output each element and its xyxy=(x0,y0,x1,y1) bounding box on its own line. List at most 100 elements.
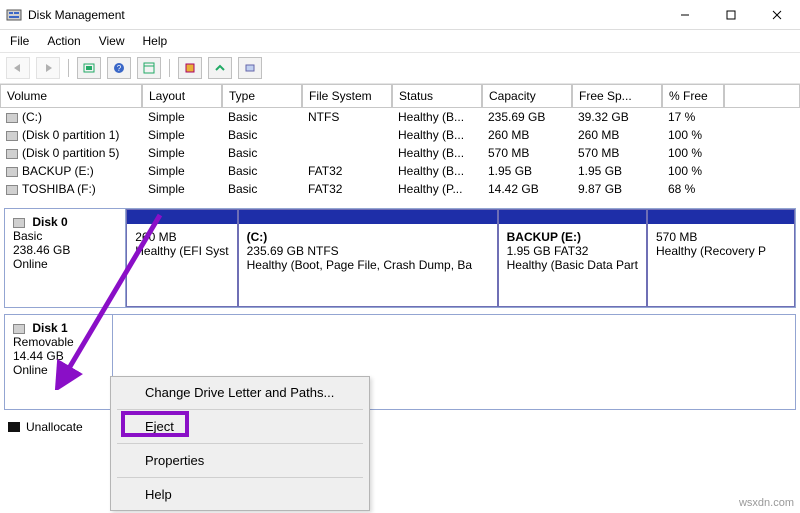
cell-fs: NTFS xyxy=(302,108,392,126)
disk0-title: Disk 0 xyxy=(32,215,67,229)
cell-free: 260 MB xyxy=(572,126,662,144)
props-button[interactable] xyxy=(137,57,161,79)
menu-view[interactable]: View xyxy=(99,34,125,48)
table-row[interactable]: (Disk 0 partition 1)SimpleBasicHealthy (… xyxy=(0,126,800,144)
menu-file[interactable]: File xyxy=(10,34,29,48)
partition-line1: 1.95 GB FAT32 xyxy=(507,244,589,258)
forward-button[interactable] xyxy=(36,57,60,79)
window-title: Disk Management xyxy=(28,8,662,22)
partition-stripe xyxy=(499,210,646,224)
col-volume[interactable]: Volume xyxy=(0,84,142,108)
cell-pct: 100 % xyxy=(662,126,724,144)
cell-capacity: 260 MB xyxy=(482,126,572,144)
volume-icon xyxy=(6,149,18,159)
cell-capacity: 1.95 GB xyxy=(482,162,572,180)
watermark: wsxdn.com xyxy=(739,497,794,509)
partition[interactable]: 260 MBHealthy (EFI Syst xyxy=(126,209,237,307)
disk0-size: 238.46 GB xyxy=(13,243,70,257)
cell-type: Basic xyxy=(222,108,302,126)
context-menu: Change Drive Letter and Paths... Eject P… xyxy=(110,376,370,511)
cell-capacity: 570 MB xyxy=(482,144,572,162)
partition-stripe xyxy=(239,210,497,224)
cell-pct: 68 % xyxy=(662,180,724,198)
volume-icon xyxy=(6,113,18,123)
app-icon xyxy=(6,7,22,23)
legend-swatch-unallocated xyxy=(8,422,20,432)
menu-action[interactable]: Action xyxy=(47,34,80,48)
cell-type: Basic xyxy=(222,162,302,180)
help-button[interactable]: ? xyxy=(107,57,131,79)
partition-heading: BACKUP (E:) xyxy=(507,230,581,244)
table-header: Volume Layout Type File System Status Ca… xyxy=(0,84,800,108)
menu-change-drive-letter[interactable]: Change Drive Letter and Paths... xyxy=(111,379,369,406)
cell-fs xyxy=(302,126,392,144)
disk-panel-0[interactable]: Disk 0 Basic 238.46 GB Online 260 MBHeal… xyxy=(4,208,796,308)
cell-layout: Simple xyxy=(142,162,222,180)
disk-icon xyxy=(13,324,25,334)
cell-status: Healthy (B... xyxy=(392,144,482,162)
disk1-bus: Removable xyxy=(13,335,74,349)
cell-layout: Simple xyxy=(142,144,222,162)
cell-capacity: 14.42 GB xyxy=(482,180,572,198)
col-layout[interactable]: Layout xyxy=(142,84,222,108)
col-status[interactable]: Status xyxy=(392,84,482,108)
partition-line2: Healthy (EFI Syst xyxy=(135,244,228,258)
partition-line1: 260 MB xyxy=(135,230,176,244)
cell-volume: (Disk 0 partition 5) xyxy=(0,144,142,162)
tool-a[interactable] xyxy=(178,57,202,79)
partition-line1: 235.69 GB NTFS xyxy=(247,244,339,258)
cell-status: Healthy (B... xyxy=(392,126,482,144)
menu-help[interactable]: Help xyxy=(143,34,168,48)
cell-layout: Simple xyxy=(142,126,222,144)
tool-c[interactable] xyxy=(238,57,262,79)
cell-fs: FAT32 xyxy=(302,180,392,198)
menu-properties[interactable]: Properties xyxy=(111,447,369,474)
col-spare[interactable] xyxy=(724,84,800,108)
cell-capacity: 235.69 GB xyxy=(482,108,572,126)
minimize-button[interactable] xyxy=(662,0,708,30)
refresh-button[interactable] xyxy=(77,57,101,79)
volume-icon xyxy=(6,185,18,195)
disk-info-1: Disk 1 Removable 14.44 GB Online xyxy=(5,315,113,409)
table-row[interactable]: BACKUP (E:)SimpleBasicFAT32Healthy (B...… xyxy=(0,162,800,180)
close-button[interactable] xyxy=(754,0,800,30)
col-free[interactable]: Free Sp... xyxy=(572,84,662,108)
disk1-state: Online xyxy=(13,363,48,377)
partition[interactable]: BACKUP (E:)1.95 GB FAT32Healthy (Basic D… xyxy=(498,209,647,307)
cell-volume: TOSHIBA (F:) xyxy=(0,180,142,198)
volume-icon xyxy=(6,131,18,141)
disk0-state: Online xyxy=(13,257,48,271)
table-row[interactable]: TOSHIBA (F:)SimpleBasicFAT32Healthy (P..… xyxy=(0,180,800,198)
volume-icon xyxy=(6,167,18,177)
col-fs[interactable]: File System xyxy=(302,84,392,108)
table-row[interactable]: (C:)SimpleBasicNTFSHealthy (B...235.69 G… xyxy=(0,108,800,126)
cell-volume: (C:) xyxy=(0,108,142,126)
partition-stripe xyxy=(127,210,236,224)
maximize-button[interactable] xyxy=(708,0,754,30)
titlebar: Disk Management xyxy=(0,0,800,30)
disk0-layout: 260 MBHealthy (EFI Syst(C:)235.69 GB NTF… xyxy=(126,209,795,307)
partition[interactable]: (C:)235.69 GB NTFSHealthy (Boot, Page Fi… xyxy=(238,209,498,307)
cell-type: Basic xyxy=(222,180,302,198)
col-type[interactable]: Type xyxy=(222,84,302,108)
back-button[interactable] xyxy=(6,57,30,79)
col-pct[interactable]: % Free xyxy=(662,84,724,108)
partition-line2: Healthy (Recovery P xyxy=(656,244,766,258)
col-capacity[interactable]: Capacity xyxy=(482,84,572,108)
cell-type: Basic xyxy=(222,144,302,162)
partition-line2: Healthy (Basic Data Part xyxy=(507,258,638,272)
menu-eject[interactable]: Eject xyxy=(111,413,369,440)
cell-fs xyxy=(302,144,392,162)
menubar: File Action View Help xyxy=(0,30,800,52)
cell-volume: BACKUP (E:) xyxy=(0,162,142,180)
tool-b[interactable] xyxy=(208,57,232,79)
cell-pct: 17 % xyxy=(662,108,724,126)
disk-icon xyxy=(13,218,25,228)
table-row[interactable]: (Disk 0 partition 5)SimpleBasic Healthy (… xyxy=(0,144,800,162)
cell-free: 1.95 GB xyxy=(572,162,662,180)
cell-pct: 100 % xyxy=(662,144,724,162)
menu-help[interactable]: Help xyxy=(111,481,369,508)
cell-free: 39.32 GB xyxy=(572,108,662,126)
partition[interactable]: 570 MBHealthy (Recovery P xyxy=(647,209,795,307)
partition-heading: (C:) xyxy=(247,230,268,244)
